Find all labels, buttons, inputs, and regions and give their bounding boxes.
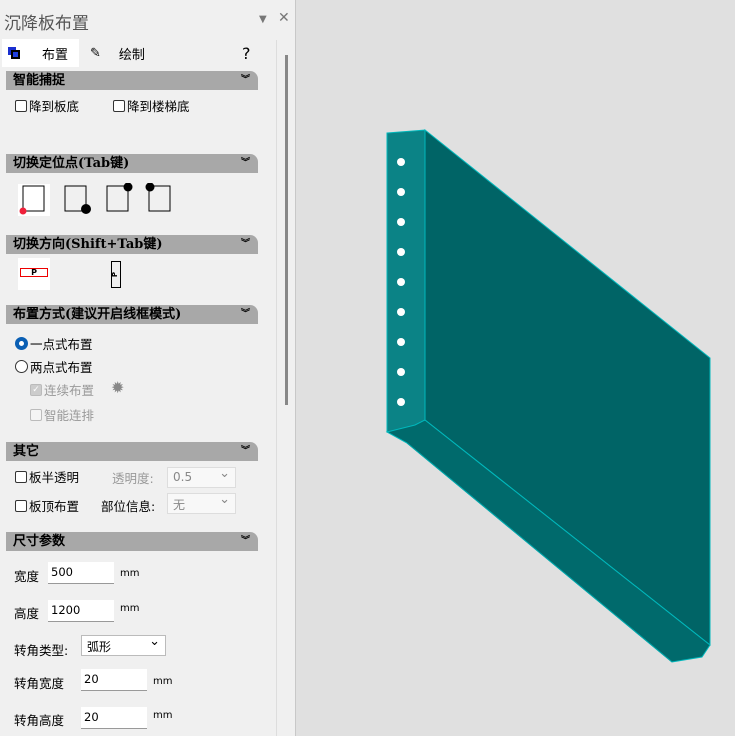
opacity-label: 透明度: <box>112 471 154 486</box>
collapse-icon[interactable]: ︾ <box>241 71 250 90</box>
continuous-checkbox[interactable]: ✓ 连续布置 <box>30 380 94 399</box>
section-smart-snap[interactable]: 智能捕捉 ︾ <box>6 71 258 90</box>
section-direction[interactable]: 切换方向(Shift+Tab键) ︾ <box>6 235 258 254</box>
settlement-plate-panel: 沉降板布置 ▼ ✕ 布置 ✎ 绘制 ? 智能捕捉 ︾ 降到板底 降到楼梯底 切换定… <box>0 0 296 736</box>
part-info-label: 部位信息: <box>101 499 156 514</box>
checkbox-label: 板半透明 <box>29 470 80 485</box>
collapse-icon[interactable]: ︾ <box>241 154 250 173</box>
tab-label: 布置 <box>42 47 69 63</box>
smart-row-checkbox[interactable]: 智能连排 <box>30 405 94 424</box>
width-input[interactable]: 500 <box>48 562 114 584</box>
scrollbar-track <box>276 40 277 736</box>
section-title: 智能捕捉 <box>13 73 66 88</box>
checkbox-label: 连续布置 <box>44 383 95 398</box>
checkbox-label: 板顶布置 <box>29 499 80 514</box>
section-title: 尺寸参数 <box>13 534 66 549</box>
one-point-radio[interactable]: 一点式布置 <box>15 334 93 353</box>
snap-slab-bottom-checkbox[interactable]: 降到板底 <box>15 96 79 115</box>
settings-gear-icon[interactable]: ✹ <box>111 378 124 397</box>
width-label: 宽度 <box>14 569 40 584</box>
anchor-bottom-left-button[interactable] <box>18 184 50 216</box>
collapse-icon[interactable]: ︾ <box>241 532 250 551</box>
corner-type-label: 转角类型: <box>14 643 69 658</box>
tab-layout[interactable]: 布置 <box>2 39 79 67</box>
direction-vertical-button[interactable]: P <box>111 261 121 288</box>
two-point-radio[interactable]: 两点式布置 <box>15 357 93 376</box>
corner-height-input[interactable]: 20 <box>81 707 147 729</box>
direction-horizontal-button[interactable]: P <box>18 258 50 290</box>
corner-width-label: 转角宽度 <box>14 676 65 691</box>
part-info-select[interactable]: 无 <box>167 492 236 514</box>
section-size[interactable]: 尺寸参数 ︾ <box>6 532 258 551</box>
tab-draw[interactable]: ✎ 绘制 <box>90 39 145 67</box>
pencil-icon: ✎ <box>90 45 101 61</box>
tab-label: 绘制 <box>118 47 145 63</box>
direction-glyph: P <box>111 271 120 278</box>
collapse-icon[interactable]: ︾ <box>241 442 250 461</box>
unit-label: mm <box>120 603 140 614</box>
unit-label: mm <box>120 568 140 579</box>
anchor-top-right-button[interactable] <box>106 183 133 212</box>
corner-type-select[interactable]: 弧形 <box>81 634 166 656</box>
help-button[interactable]: ? <box>242 39 251 67</box>
layout-icon <box>8 47 20 59</box>
direction-glyph: P <box>20 268 48 277</box>
section-title: 切换方向(Shift+Tab键) <box>13 237 163 252</box>
section-title: 布置方式(建议开启线框模式) <box>13 307 182 322</box>
corner-width-input[interactable]: 20 <box>81 669 147 691</box>
checkbox-label: 降到板底 <box>29 99 80 114</box>
section-anchor[interactable]: 切换定位点(Tab键) ︾ <box>6 154 258 173</box>
checkbox-label: 降到楼梯底 <box>127 99 190 114</box>
snap-stair-bottom-checkbox[interactable]: 降到楼梯底 <box>113 96 190 115</box>
unit-label: mm <box>153 710 173 721</box>
panel-title: 沉降板布置 <box>4 14 89 34</box>
slab-front-face <box>386 129 426 433</box>
unit-label: mm <box>153 676 173 687</box>
close-icon[interactable]: ✕ <box>278 10 290 26</box>
radio-label: 一点式布置 <box>30 337 93 352</box>
anchor-point-icons <box>18 183 171 216</box>
section-other[interactable]: 其它 ︾ <box>6 442 258 461</box>
section-title: 切换定位点(Tab键) <box>13 156 130 171</box>
dropdown-icon[interactable]: ▼ <box>259 14 267 25</box>
checkbox-label: 智能连排 <box>44 408 95 423</box>
radio-label: 两点式布置 <box>30 360 93 375</box>
anchor-top-left-button[interactable] <box>145 183 171 212</box>
scrollbar[interactable] <box>285 55 288 405</box>
height-input[interactable]: 1200 <box>48 600 114 622</box>
semi-transparent-checkbox[interactable]: 板半透明 <box>15 467 79 486</box>
height-label: 高度 <box>14 606 40 621</box>
opacity-select[interactable]: 0.5 <box>167 466 236 488</box>
collapse-icon[interactable]: ︾ <box>241 235 250 254</box>
3d-viewport[interactable] <box>297 0 735 736</box>
section-mode[interactable]: 布置方式(建议开启线框模式) ︾ <box>6 305 258 324</box>
collapse-icon[interactable]: ︾ <box>241 305 250 324</box>
top-place-checkbox[interactable]: 板顶布置 <box>15 496 79 515</box>
corner-height-label: 转角高度 <box>14 713 65 728</box>
anchor-bottom-right-button[interactable] <box>64 185 91 214</box>
section-title: 其它 <box>13 444 40 459</box>
